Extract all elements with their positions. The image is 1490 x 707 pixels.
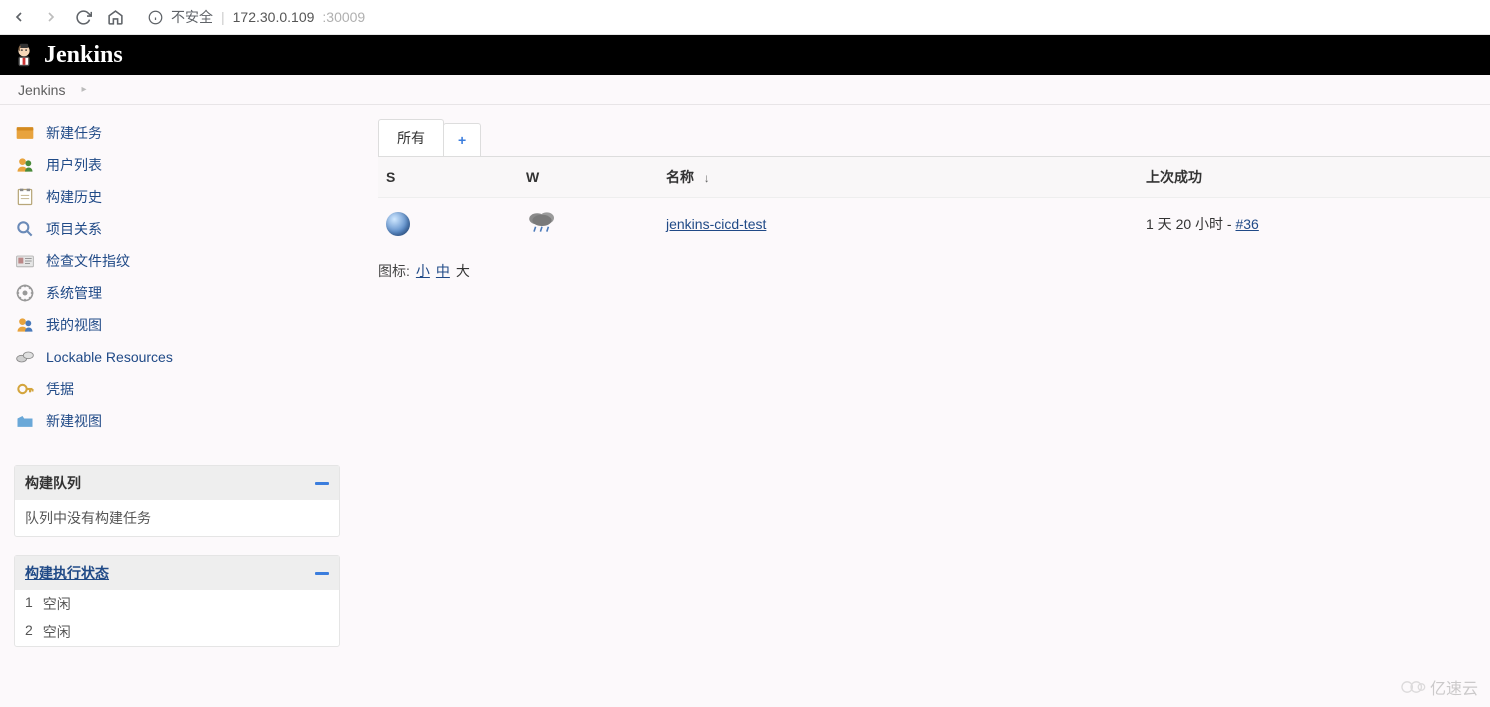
breadcrumb-arrow-icon: ▸	[81, 84, 86, 95]
view-tabs: 所有 +	[378, 123, 1490, 157]
collapse-icon[interactable]	[315, 482, 329, 485]
fingerprint-icon	[14, 250, 36, 272]
info-icon	[148, 10, 163, 25]
sidebar-item-newview[interactable]: 新建视图	[14, 405, 360, 437]
forward-icon	[42, 8, 60, 26]
weather-rain-icon	[526, 208, 558, 236]
history-icon	[14, 186, 36, 208]
main-content: 所有 + S W 名称 ↓ 上次成功	[360, 105, 1490, 647]
legend-small[interactable]: 小	[416, 261, 430, 281]
jenkins-header: Jenkins	[0, 35, 1490, 75]
lockable-icon	[14, 346, 36, 368]
tab-all[interactable]: 所有	[378, 119, 444, 156]
sidebar-item-myviews[interactable]: 我的视图	[14, 309, 360, 341]
executor-num: 2	[25, 622, 33, 642]
jenkins-logo[interactable]: Jenkins	[10, 41, 123, 69]
app-name: Jenkins	[44, 42, 123, 69]
build-link[interactable]: #36	[1235, 216, 1258, 232]
sidebar-item-fingerprint[interactable]: 检查文件指纹	[14, 245, 360, 277]
back-icon[interactable]	[10, 8, 28, 26]
sidebar-nav: 新建任务 用户列表 构建历史 项目关系 检查文件指纹 系统管理 我的视图 Loc…	[14, 117, 360, 437]
table-header-row: S W 名称 ↓ 上次成功	[378, 157, 1490, 198]
weather-cell	[518, 198, 658, 250]
people-icon	[14, 154, 36, 176]
executor-status: 空闲	[43, 594, 71, 614]
breadcrumb: Jenkins ▸	[0, 75, 1490, 105]
new-view-icon	[14, 410, 36, 432]
jenkins-butler-icon	[10, 41, 38, 69]
sidebar-item-label: 凭据	[46, 379, 74, 399]
address-bar[interactable]: 不安全 | 172.30.0.109:30009	[148, 7, 365, 27]
reload-icon[interactable]	[74, 8, 92, 26]
col-weather[interactable]: W	[518, 157, 658, 198]
sidebar-item-new[interactable]: 新建任务	[14, 117, 360, 149]
job-link[interactable]: jenkins-cicd-test	[666, 216, 766, 232]
build-queue-empty: 队列中没有构建任务	[15, 500, 339, 536]
sidebar: 新建任务 用户列表 构建历史 项目关系 检查文件指纹 系统管理 我的视图 Loc…	[0, 105, 360, 647]
new-item-icon	[14, 122, 36, 144]
sidebar-item-manage[interactable]: 系统管理	[14, 277, 360, 309]
icon-legend: 图标: 小 中 大	[378, 261, 1490, 281]
executor-pane: 构建执行状态 1 空闲 2 空闲	[14, 555, 340, 647]
col-status[interactable]: S	[378, 157, 518, 198]
job-table: S W 名称 ↓ 上次成功	[378, 157, 1490, 249]
sidebar-item-label: 系统管理	[46, 283, 102, 303]
home-icon[interactable]	[106, 8, 124, 26]
browser-toolbar: 不安全 | 172.30.0.109:30009	[0, 0, 1490, 35]
status-cell	[378, 198, 518, 250]
sidebar-item-relations[interactable]: 项目关系	[14, 213, 360, 245]
executor-title[interactable]: 构建执行状态	[25, 563, 109, 583]
url-host: 172.30.0.109	[233, 9, 315, 25]
last-success-time: 1 天 20 小时	[1146, 216, 1223, 232]
executor-row: 2 空闲	[15, 618, 339, 646]
executor-row: 1 空闲	[15, 590, 339, 618]
url-port: :30009	[322, 9, 365, 25]
build-queue-pane: 构建队列 队列中没有构建任务	[14, 465, 340, 537]
name-cell: jenkins-cicd-test	[658, 198, 1138, 250]
build-queue-header: 构建队列	[15, 466, 339, 500]
build-queue-title: 构建队列	[25, 473, 81, 493]
manage-icon	[14, 282, 36, 304]
table-row: jenkins-cicd-test 1 天 20 小时 - #36	[378, 198, 1490, 250]
sidebar-item-label: 我的视图	[46, 315, 102, 335]
sidebar-item-people[interactable]: 用户列表	[14, 149, 360, 181]
sidebar-item-label: 项目关系	[46, 219, 102, 239]
collapse-icon[interactable]	[315, 572, 329, 575]
my-views-icon	[14, 314, 36, 336]
sidebar-item-label: 构建历史	[46, 187, 102, 207]
sidebar-item-label: 用户列表	[46, 155, 102, 175]
sidebar-item-label: 新建任务	[46, 123, 102, 143]
credentials-icon	[14, 378, 36, 400]
breadcrumb-root[interactable]: Jenkins	[18, 82, 65, 98]
sidebar-item-lockable[interactable]: Lockable Resources	[14, 341, 360, 373]
sidebar-item-label: Lockable Resources	[46, 349, 173, 365]
legend-large: 大	[456, 261, 470, 281]
sidebar-item-history[interactable]: 构建历史	[14, 181, 360, 213]
executor-header: 构建执行状态	[15, 556, 339, 590]
watermark: 亿速云	[1400, 675, 1478, 699]
legend-label: 图标:	[378, 261, 410, 281]
tab-add[interactable]: +	[443, 123, 481, 156]
sidebar-item-credentials[interactable]: 凭据	[14, 373, 360, 405]
executor-num: 1	[25, 594, 33, 614]
sidebar-item-label: 新建视图	[46, 411, 102, 431]
col-name[interactable]: 名称 ↓	[658, 157, 1138, 198]
last-success-cell: 1 天 20 小时 - #36	[1138, 198, 1490, 250]
status-ball-icon	[386, 212, 410, 236]
insecure-label: 不安全	[171, 7, 213, 27]
executor-status: 空闲	[43, 622, 71, 642]
legend-medium[interactable]: 中	[436, 261, 450, 281]
col-last-success[interactable]: 上次成功	[1138, 157, 1490, 198]
sidebar-item-label: 检查文件指纹	[46, 251, 130, 271]
sort-indicator-icon: ↓	[704, 171, 710, 185]
relations-icon	[14, 218, 36, 240]
